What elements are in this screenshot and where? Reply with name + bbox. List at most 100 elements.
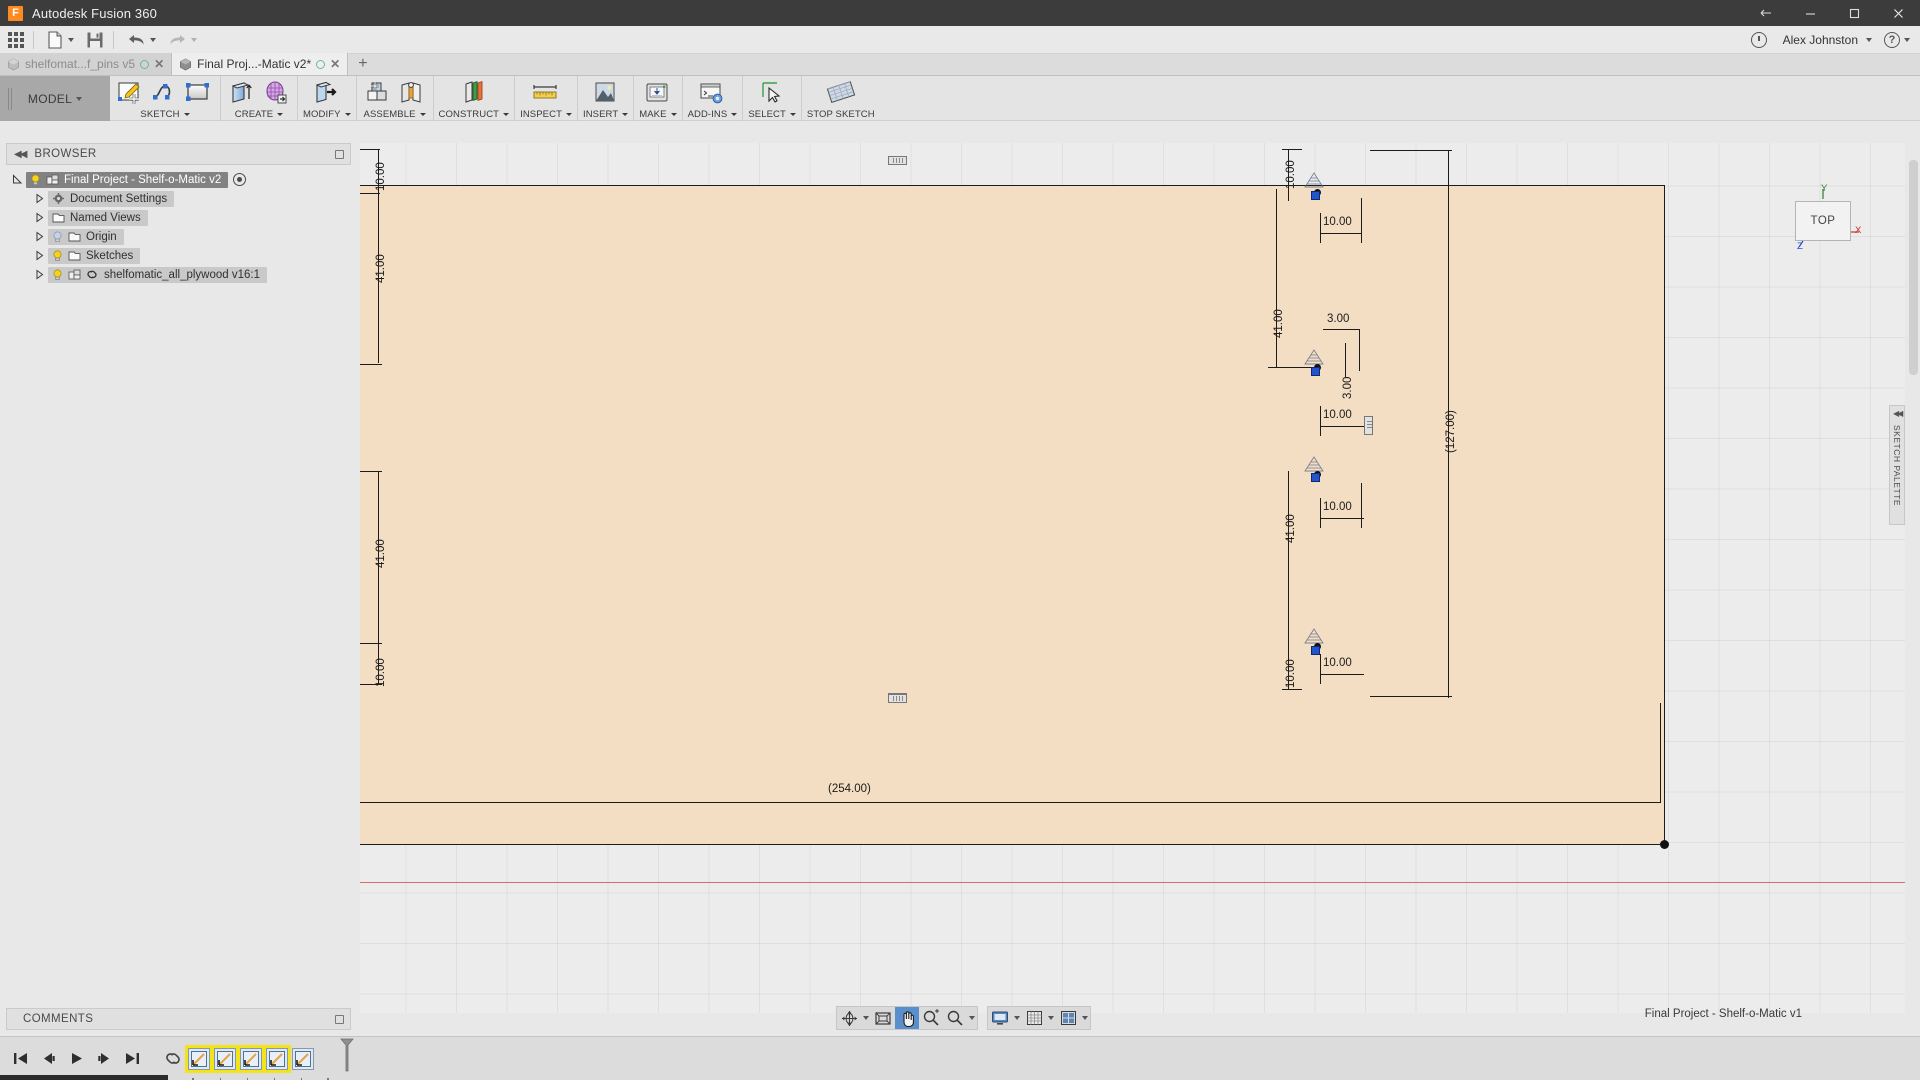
tree-item-origin[interactable]: Origin (6, 227, 351, 246)
expander-icon[interactable] (34, 250, 45, 261)
sketch-palette-tab[interactable]: ◀◀ SKETCH PALETTE (1889, 405, 1905, 525)
select-button[interactable] (756, 78, 788, 108)
overall-height-value[interactable]: (127.00) (1445, 410, 1457, 453)
orbit-button[interactable] (837, 1007, 861, 1029)
bulb-on-icon[interactable] (52, 269, 63, 281)
expander-icon[interactable] (34, 269, 45, 280)
dimension-value[interactable]: 10.00 (1323, 657, 1352, 669)
dimension-value[interactable]: 10.00 (375, 162, 387, 191)
tree-item-document-settings[interactable]: Document Settings (6, 189, 351, 208)
jump-to-end-button[interactable] (124, 1051, 140, 1067)
view-cube[interactable]: TOP Y X Z (1777, 179, 1863, 261)
collapse-left-icon[interactable]: ◀◀ (14, 149, 27, 160)
help-button[interactable]: ? (1880, 28, 1914, 52)
grid-snaps-button[interactable] (1022, 1007, 1046, 1029)
close-icon[interactable]: ✕ (330, 58, 340, 70)
measure-button[interactable] (530, 78, 562, 108)
fit-screen-button[interactable] (871, 1007, 895, 1029)
new-file-button[interactable] (43, 28, 78, 52)
jump-to-start-button[interactable] (12, 1051, 28, 1067)
viewports-button[interactable] (1056, 1007, 1080, 1029)
expander-icon[interactable] (34, 193, 45, 204)
timeline-sketch-marker-5[interactable] (292, 1047, 314, 1070)
document-tab-0[interactable]: shelfomat...f_pins v5 ✕ (0, 53, 173, 75)
undo-button[interactable] (123, 28, 160, 52)
display-settings-button[interactable] (988, 1007, 1012, 1029)
dimension-value[interactable]: 41.00 (375, 539, 387, 568)
sketch-point-handle[interactable] (1311, 367, 1320, 376)
expander-icon[interactable] (12, 174, 23, 185)
close-icon[interactable]: ✕ (154, 58, 164, 70)
extrude-button[interactable] (226, 78, 258, 108)
spline-button[interactable] (149, 78, 181, 108)
tree-item-sketches[interactable]: Sketches (6, 246, 351, 265)
new-tab-button[interactable]: + (348, 53, 377, 75)
step-forward-button[interactable] (96, 1051, 112, 1067)
zoom-dropdown[interactable] (967, 1007, 977, 1029)
dimension-value[interactable]: 41.00 (375, 254, 387, 283)
timeline-link-marker[interactable] (162, 1047, 184, 1070)
comments-pin-icon[interactable] (335, 1014, 344, 1024)
timeline-sketch-marker-4[interactable] (263, 1044, 291, 1073)
create-sketch-button[interactable] (115, 78, 147, 108)
stop-sketch-button[interactable] (821, 78, 861, 108)
timeline-sketch-marker-2[interactable] (211, 1044, 239, 1073)
dimension-value[interactable]: 10.00 (375, 658, 387, 687)
restore-down-button[interactable] (1744, 0, 1788, 26)
tree-item-named-views[interactable]: Named Views (6, 208, 351, 227)
display-dropdown[interactable] (1012, 1007, 1022, 1029)
bulb-off-icon[interactable] (52, 231, 63, 243)
expander-icon[interactable] (34, 231, 45, 242)
dimension-value[interactable]: 41.00 (1285, 514, 1297, 543)
document-tab-1[interactable]: Final Proj...-Matic v2* ✕ (172, 53, 349, 75)
sketch-point-handle[interactable] (1311, 473, 1320, 482)
redo-button[interactable] (164, 28, 201, 52)
mesh-create-button[interactable] (260, 78, 292, 108)
sketch-profile-face[interactable] (360, 185, 1665, 845)
tree-item-shelfomatic-component[interactable]: shelfomatic_all_plywood v16:1 (6, 265, 351, 284)
coincident-constraint-icon[interactable] (1301, 170, 1327, 192)
visibility-radio-icon[interactable] (233, 173, 247, 186)
sketch-point-handle[interactable] (1311, 646, 1320, 655)
expand-left-icon[interactable]: ◀◀ (1893, 409, 1903, 418)
rectangle-button[interactable] (183, 78, 215, 108)
sketch-handle-bottom3[interactable] (888, 694, 907, 703)
comments-panel-header[interactable]: COMMENTS (6, 1008, 351, 1030)
sketch-handle-right[interactable] (1364, 416, 1373, 435)
offset-plane-button[interactable] (458, 78, 490, 108)
save-button[interactable] (82, 28, 108, 52)
press-pull-button[interactable] (311, 78, 343, 108)
maximize-button[interactable] (1832, 0, 1876, 26)
browser-pin-icon[interactable] (335, 149, 344, 159)
joint-button[interactable] (396, 78, 428, 108)
close-button[interactable] (1876, 0, 1920, 26)
orbit-dropdown[interactable] (861, 1007, 871, 1029)
bulb-on-icon[interactable] (30, 174, 41, 186)
dimension-value[interactable]: 10.00 (1323, 501, 1352, 513)
step-back-button[interactable] (40, 1051, 56, 1067)
3d-print-button[interactable] (642, 78, 674, 108)
insert-image-button[interactable] (590, 78, 622, 108)
dimension-value[interactable]: 3.00 (1342, 377, 1354, 399)
app-grid-button[interactable] (4, 28, 28, 52)
dimension-value[interactable]: 10.00 (1285, 659, 1297, 688)
timeline-sketch-marker-3[interactable] (237, 1044, 265, 1073)
minimize-button[interactable] (1788, 0, 1832, 26)
new-component-button[interactable] (362, 78, 394, 108)
grid-dropdown[interactable] (1046, 1007, 1056, 1029)
dimension-value[interactable]: 10.00 (1285, 160, 1297, 189)
expander-icon[interactable] (34, 212, 45, 223)
play-button[interactable] (68, 1051, 84, 1067)
timeline-marker-handle[interactable] (340, 1038, 354, 1071)
recent-documents-button[interactable] (1747, 28, 1771, 52)
sketch-handle[interactable] (888, 156, 907, 165)
dimension-value[interactable]: 3.00 (1327, 313, 1349, 325)
scripts-addins-button[interactable] (696, 78, 728, 108)
sketch-point-handle[interactable] (1311, 191, 1320, 200)
tree-item-final-project[interactable]: Final Project - Shelf-o-Matic v2 (6, 170, 351, 189)
dimension-value[interactable]: 41.00 (1273, 309, 1285, 338)
overall-width-value[interactable]: (254.00) (828, 783, 871, 795)
viewports-dropdown[interactable] (1080, 1007, 1090, 1029)
user-account-button[interactable]: Alex Johnston (1775, 28, 1876, 52)
zoom-button[interactable] (919, 1007, 943, 1029)
